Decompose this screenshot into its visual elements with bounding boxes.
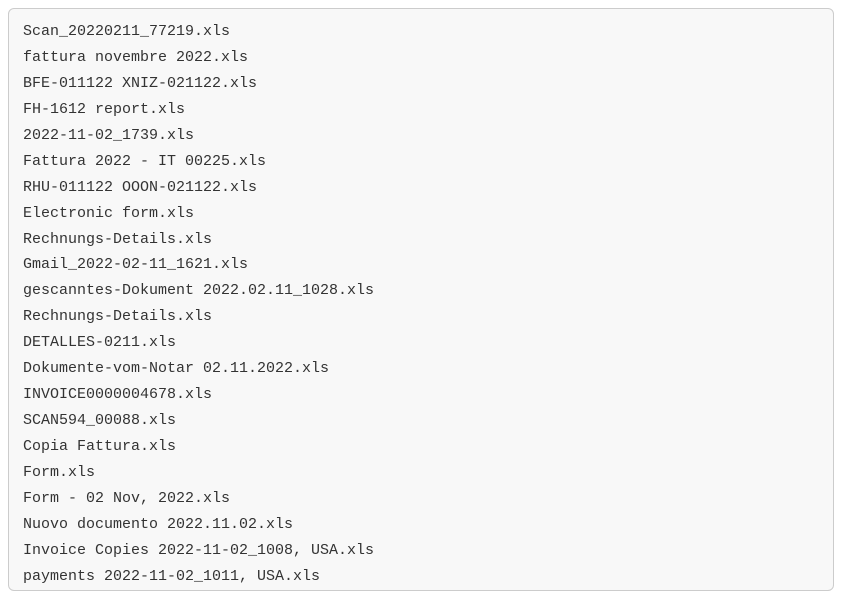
list-item: Form.xls <box>23 460 819 486</box>
list-item: Dokumente-vom-Notar 02.11.2022.xls <box>23 356 819 382</box>
list-item: BFE-011122 XNIZ-021122.xls <box>23 71 819 97</box>
list-item: FH-1612 report.xls <box>23 97 819 123</box>
list-item: DETALLES-0211.xls <box>23 330 819 356</box>
list-item: 2022-11-02_1739.xls <box>23 123 819 149</box>
list-item: Gmail_2022-02-11_1621.xls <box>23 252 819 278</box>
list-item: Nuovo documento 2022.11.02.xls <box>23 512 819 538</box>
list-item: payments 2022-11-02_1011, USA.xls <box>23 564 819 590</box>
list-item: SCAN594_00088.xls <box>23 408 819 434</box>
list-item: RHU-011122 OOON-021122.xls <box>23 175 819 201</box>
list-item: gescanntes-Dokument 2022.02.11_1028.xls <box>23 278 819 304</box>
list-item: fattura novembre 2022.xls <box>23 45 819 71</box>
list-item: Form - 02 Nov, 2022.xls <box>23 486 819 512</box>
list-item: Rechnungs-Details.xls <box>23 304 819 330</box>
list-item: Scan_20220211_77219.xls <box>23 19 819 45</box>
list-item: Copia Fattura.xls <box>23 434 819 460</box>
list-item: INVOICE0000004678.xls <box>23 382 819 408</box>
list-item: Invoice Copies 2022-11-02_1008, USA.xls <box>23 538 819 564</box>
list-item: Electronic form.xls <box>23 201 819 227</box>
list-item: Rechnungs-Details.xls <box>23 227 819 253</box>
file-list-container: Scan_20220211_77219.xls fattura novembre… <box>8 8 834 591</box>
list-item: Fattura 2022 - IT 00225.xls <box>23 149 819 175</box>
